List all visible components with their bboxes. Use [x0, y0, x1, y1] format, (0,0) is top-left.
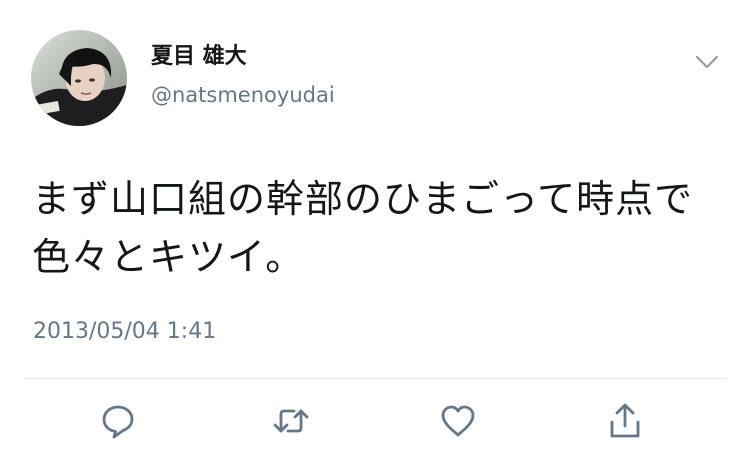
share-button[interactable]: [604, 401, 646, 441]
tweet-menu-button[interactable]: [694, 53, 720, 71]
chevron-down-icon: [696, 56, 718, 68]
reply-button[interactable]: [97, 401, 139, 441]
display-name[interactable]: 夏目 雄大: [151, 43, 247, 71]
share-icon: [610, 403, 640, 438]
tweet-text: まず山口組の幹部のひまごって時点で色々とキツイ。: [32, 177, 694, 279]
tweet-timestamp[interactable]: 2013/05/04 1:41: [33, 317, 216, 347]
tweet-card: 夏目 雄大 @natsmenoyudai まず山口組の幹部のひまごって時点で色々…: [0, 0, 749, 450]
like-button[interactable]: [437, 401, 479, 441]
retweet-button[interactable]: [270, 401, 312, 441]
avatar-image: [31, 30, 127, 126]
heart-icon: [441, 405, 475, 437]
retweet-icon: [273, 409, 309, 433]
user-handle[interactable]: @natsmenoyudai: [151, 81, 335, 109]
reply-icon: [102, 405, 134, 439]
avatar[interactable]: [31, 30, 127, 126]
divider: [23, 378, 726, 379]
